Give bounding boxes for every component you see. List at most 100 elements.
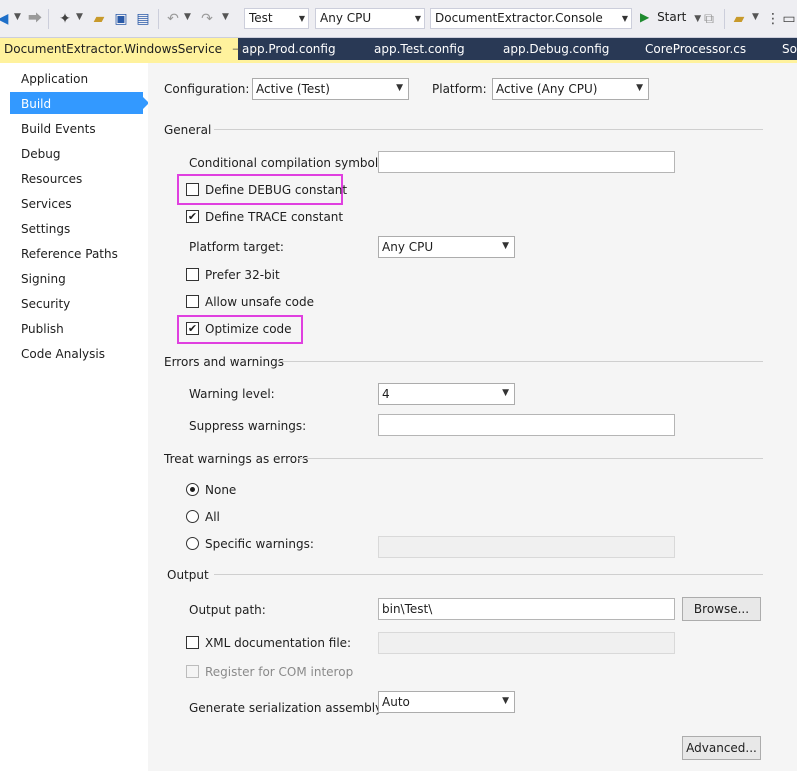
- redo-dropdown-caret-icon[interactable]: ▼: [222, 12, 229, 22]
- sidebar-item-reference-paths[interactable]: Reference Paths: [10, 242, 143, 264]
- advanced-button[interactable]: Advanced...: [682, 736, 761, 760]
- xml-documentation-checkbox[interactable]: [186, 636, 199, 649]
- pin-icon[interactable]: ⊣: [232, 43, 242, 56]
- section-divider: [278, 361, 763, 362]
- save-icon[interactable]: ▣: [112, 10, 130, 28]
- tab-app-test-config[interactable]: app.Test.config: [374, 38, 465, 60]
- conditional-symbols-input[interactable]: [378, 151, 675, 173]
- treat-all-label: All: [205, 510, 220, 524]
- serialization-assembly-label: Generate serialization assembly:: [189, 701, 386, 715]
- undo-icon[interactable]: ↶: [164, 10, 182, 28]
- output-path-value: bin\Test\: [382, 602, 433, 616]
- define-trace-checkbox[interactable]: ✔: [186, 210, 199, 223]
- sidebar-item-build[interactable]: Build: [10, 92, 149, 114]
- xml-documentation-input[interactable]: [378, 632, 675, 654]
- sidebar-item-label: Code Analysis: [21, 347, 105, 361]
- solution-configuration-combo[interactable]: Test ▼: [244, 8, 309, 29]
- tab-label: CoreProcessor.cs: [645, 42, 747, 56]
- define-trace-label: Define TRACE constant: [205, 210, 344, 224]
- chevron-down-icon: ▼: [502, 696, 509, 706]
- sidebar-item-publish[interactable]: Publish: [10, 317, 143, 339]
- specific-warnings-input[interactable]: [378, 536, 675, 558]
- find-in-files-icon[interactable]: ▰: [730, 10, 748, 28]
- open-folder-icon[interactable]: ▰: [90, 10, 108, 28]
- navigate-back-icon[interactable]: ◀: [0, 10, 12, 28]
- define-debug-checkbox[interactable]: [186, 183, 199, 196]
- start-debugging-button[interactable]: ▶ Start ▼: [640, 10, 701, 28]
- xml-documentation-label: XML documentation file:: [205, 636, 352, 650]
- chevron-down-icon: ▼: [298, 14, 305, 23]
- allow-unsafe-code-checkbox[interactable]: [186, 295, 199, 308]
- treat-specific-radio[interactable]: [186, 537, 199, 550]
- sidebar-item-label: Reference Paths: [21, 247, 118, 261]
- configuration-select[interactable]: Active (Test) ▼: [252, 78, 409, 100]
- sidebar-item-settings[interactable]: Settings: [10, 217, 143, 239]
- section-title-errors-warnings: Errors and warnings: [164, 355, 285, 369]
- find-dropdown-caret-icon[interactable]: ▼: [752, 12, 759, 22]
- configuration-label: Configuration:: [164, 82, 250, 96]
- platform-target-label: Platform target:: [189, 240, 284, 254]
- sidebar-item-services[interactable]: Services: [10, 192, 143, 214]
- tab-overflow[interactable]: So: [782, 38, 797, 60]
- chevron-down-icon: ▼: [636, 83, 643, 93]
- browse-button[interactable]: Browse...: [682, 597, 761, 621]
- prefer-32-bit-checkbox[interactable]: [186, 268, 199, 281]
- sidebar-item-label: Build: [21, 97, 52, 111]
- warning-level-select[interactable]: 4 ▼: [378, 383, 515, 405]
- configuration-value: Active (Test): [256, 82, 330, 96]
- treat-none-radio[interactable]: [186, 483, 199, 496]
- solution-configuration-value: Test: [249, 11, 273, 25]
- play-icon: ▶: [640, 10, 650, 24]
- attach-icon[interactable]: ⧉: [700, 10, 718, 28]
- startup-project-combo[interactable]: DocumentExtractor.Console ▼: [430, 8, 632, 29]
- suppress-warnings-input[interactable]: [378, 414, 675, 436]
- treat-all-radio[interactable]: [186, 510, 199, 523]
- new-dropdown-caret-icon[interactable]: ▼: [76, 12, 83, 22]
- warning-level-label: Warning level:: [189, 387, 275, 401]
- sidebar-item-resources[interactable]: Resources: [10, 167, 143, 189]
- undo-dropdown-caret-icon[interactable]: ▼: [184, 12, 191, 22]
- checkmark-icon: ✔: [187, 322, 198, 335]
- layout-icon[interactable]: ▭: [780, 10, 797, 28]
- tab-app-prod-config[interactable]: app.Prod.config: [242, 38, 336, 60]
- conditional-symbols-label: Conditional compilation symbols:: [189, 156, 389, 170]
- register-com-label: Register for COM interop: [205, 665, 354, 679]
- redo-icon[interactable]: ↷: [198, 10, 216, 28]
- back-dropdown-caret-icon[interactable]: ▼: [14, 12, 21, 22]
- tab-documentextractor-windowsservice[interactable]: DocumentExtractor.WindowsService ⊣ ✕: [0, 38, 261, 60]
- suppress-warnings-label: Suppress warnings:: [189, 419, 307, 433]
- sidebar-item-build-events[interactable]: Build Events: [10, 117, 143, 139]
- solution-platform-combo[interactable]: Any CPU ▼: [315, 8, 425, 29]
- sidebar-item-label: Publish: [21, 322, 64, 336]
- tab-coreprocessor-cs[interactable]: CoreProcessor.cs: [645, 38, 746, 60]
- sidebar-item-security[interactable]: Security: [10, 292, 143, 314]
- tab-app-debug-config[interactable]: app.Debug.config: [503, 38, 609, 60]
- save-all-icon[interactable]: ▤: [134, 10, 152, 28]
- treat-specific-label: Specific warnings:: [205, 537, 314, 551]
- output-path-input[interactable]: bin\Test\: [378, 598, 675, 620]
- prefer-32-bit-label: Prefer 32-bit: [205, 268, 280, 282]
- new-project-icon[interactable]: ✦: [56, 10, 74, 28]
- sidebar-item-debug[interactable]: Debug: [10, 142, 143, 164]
- optimize-code-checkbox[interactable]: ✔: [186, 322, 199, 335]
- platform-target-select[interactable]: Any CPU ▼: [378, 236, 515, 258]
- navigate-forward-icon[interactable]: ⮕: [26, 10, 44, 28]
- serialization-assembly-select[interactable]: Auto ▼: [378, 691, 515, 713]
- startup-project-value: DocumentExtractor.Console: [435, 11, 603, 25]
- sidebar-item-code-analysis[interactable]: Code Analysis: [10, 342, 143, 364]
- sidebar-item-application[interactable]: Application: [10, 67, 143, 89]
- allow-unsafe-code-label: Allow unsafe code: [205, 295, 315, 309]
- sidebar-item-signing[interactable]: Signing: [10, 267, 143, 289]
- build-properties-page: Configuration: Active (Test) ▼ Platform:…: [148, 63, 797, 771]
- platform-select[interactable]: Active (Any CPU) ▼: [492, 78, 649, 100]
- tab-label: app.Test.config: [374, 42, 465, 56]
- section-title-general: General: [164, 123, 212, 137]
- section-divider: [298, 458, 763, 459]
- optimize-code-label: Optimize code: [205, 322, 292, 336]
- sidebar-item-label: Settings: [21, 222, 71, 236]
- sidebar-item-label: Services: [21, 197, 72, 211]
- chevron-down-icon: ▼: [502, 388, 509, 398]
- register-com-checkbox: [186, 665, 199, 678]
- section-divider: [214, 129, 763, 130]
- toolbar-separator: [724, 9, 725, 29]
